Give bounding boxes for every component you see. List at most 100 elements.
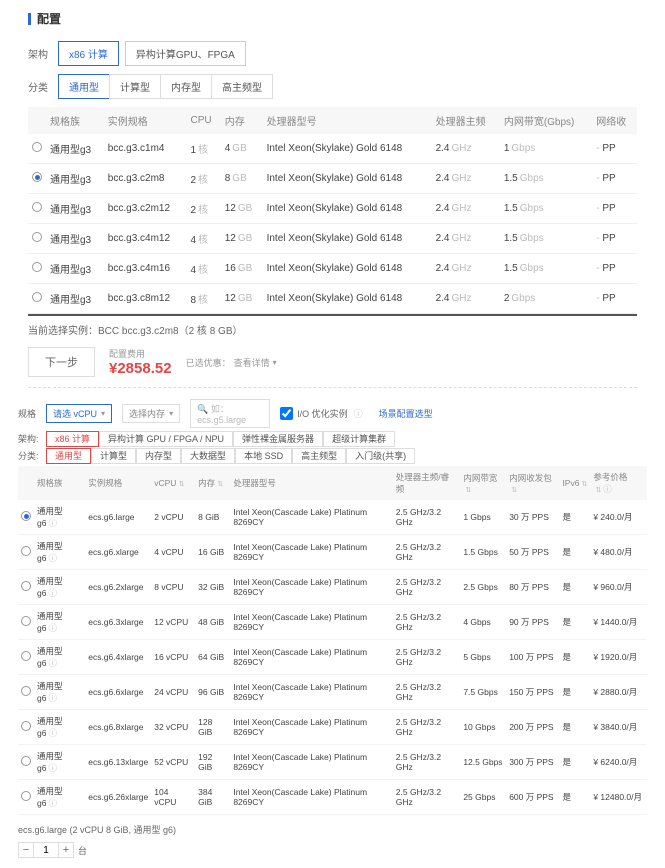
sort-icon[interactable]: ⇅ xyxy=(465,487,471,494)
sort-icon[interactable]: ⇅ xyxy=(595,487,601,494)
row-radio[interactable] xyxy=(21,686,31,696)
category-tab-1[interactable]: 计算型 xyxy=(109,74,161,99)
col-header: 内网带宽(Gbps) xyxy=(500,107,592,134)
row-radio[interactable] xyxy=(21,616,31,626)
category-tab-3[interactable]: 高主频型 xyxy=(211,74,273,99)
row-radio[interactable] xyxy=(21,791,31,801)
search-icon: 🔍 xyxy=(197,404,208,414)
chevron-down-icon: ▾ xyxy=(273,358,277,367)
cat2-chip-3[interactable]: 大数据型 xyxy=(181,448,235,464)
help-icon[interactable]: ⓘ xyxy=(48,693,57,703)
table-row[interactable]: 通用型 g6ⓘecs.g6.13xlarge52 vCPU192 GiBInte… xyxy=(18,745,647,780)
row-radio[interactable] xyxy=(21,756,31,766)
arch2-chip-0[interactable]: x86 计算 xyxy=(46,431,99,447)
sort-icon[interactable]: ⇅ xyxy=(178,481,184,488)
table-row[interactable]: 通用型 g6ⓘecs.g6.2xlarge8 vCPU32 GiBIntel X… xyxy=(18,570,647,605)
qty-plus-button[interactable]: + xyxy=(58,842,74,858)
mem-dropdown[interactable]: 选择内存▾ xyxy=(122,404,180,423)
mem-cell: 12GB xyxy=(221,224,263,254)
table-row[interactable]: 通用型 g6ⓘecs.g6.xlarge4 vCPU16 GiBIntel Xe… xyxy=(18,535,647,570)
family-cell: 通用型g3 xyxy=(46,194,104,224)
row-radio[interactable] xyxy=(21,546,31,556)
cat2-chip-1[interactable]: 计算型 xyxy=(91,448,136,464)
row-radio[interactable] xyxy=(32,262,42,272)
help-icon[interactable]: ⓘ xyxy=(48,553,57,563)
row-radio[interactable] xyxy=(32,232,42,242)
table-row[interactable]: 通用型 g6ⓘecs.g6.6xlarge24 vCPU96 GiBIntel … xyxy=(18,675,647,710)
help-icon[interactable]: ⓘ xyxy=(603,484,612,494)
cat2-chip-5[interactable]: 高主频型 xyxy=(292,448,346,464)
table-row[interactable]: 通用型g3bcc.g3.c2m122核12GBIntel Xeon(Skylak… xyxy=(28,194,637,224)
qty-minus-button[interactable]: − xyxy=(18,842,34,858)
table-row[interactable]: 通用型g3bcc.g3.c4m124核12GBIntel Xeon(Skylak… xyxy=(28,224,637,254)
table-row[interactable]: 通用型 g6ⓘecs.g6.4xlarge16 vCPU64 GiBIntel … xyxy=(18,640,647,675)
arch2-chip-1[interactable]: 异构计算 GPU / FPGA / NPU xyxy=(99,431,233,447)
help-icon[interactable]: ⓘ xyxy=(48,588,57,598)
row-radio[interactable] xyxy=(32,142,42,152)
cat2-chip-4[interactable]: 本地 SSD xyxy=(235,448,292,464)
search-input[interactable]: 🔍 如：ecs.g5.large xyxy=(190,399,270,428)
arch-tab-0[interactable]: x86 计算 xyxy=(58,41,119,66)
family-cell: 通用型g3 xyxy=(46,134,104,164)
discount-detail-link[interactable]: 查看详情 xyxy=(234,356,270,369)
category-tab-0[interactable]: 通用型 xyxy=(58,74,110,99)
sort-icon[interactable]: ⇅ xyxy=(217,481,223,488)
col2-header[interactable]: 处理器主频/睿频 xyxy=(393,466,461,500)
col2-header: 规格族 xyxy=(34,466,85,500)
col2-header[interactable]: 内网带宽⇅ xyxy=(460,466,506,500)
row-radio[interactable] xyxy=(32,172,42,182)
cat2-chip-2[interactable]: 内存型 xyxy=(136,448,181,464)
table-row[interactable]: 通用型g3bcc.g3.c4m164核16GBIntel Xeon(Skylak… xyxy=(28,254,637,284)
row-radio[interactable] xyxy=(32,292,42,302)
row-radio[interactable] xyxy=(21,581,31,591)
col2-header[interactable]: 内存⇅ xyxy=(195,466,230,500)
table-row[interactable]: 通用型 g6ⓘecs.g6.8xlarge32 vCPU128 GiBIntel… xyxy=(18,710,647,745)
price-cell: ¥ 1440.0/月 xyxy=(590,605,647,640)
sort-icon[interactable]: ⇅ xyxy=(581,481,587,488)
row-radio[interactable] xyxy=(21,511,31,521)
sort-icon[interactable]: ⇅ xyxy=(511,487,517,494)
help-icon[interactable]: ⓘ xyxy=(354,407,363,420)
help-icon[interactable]: ⓘ xyxy=(48,798,57,808)
table-row[interactable]: 通用型g3bcc.g3.c2m82核8GBIntel Xeon(Skylake)… xyxy=(28,164,637,194)
proc-cell: Intel Xeon(Skylake) Gold 6148 xyxy=(263,284,432,314)
cat2-chip-0[interactable]: 通用型 xyxy=(46,448,91,464)
arch2-chip-2[interactable]: 弹性裸金属服务器 xyxy=(233,431,323,447)
table-row[interactable]: 通用型 g6ⓘecs.g6.3xlarge12 vCPU48 GiBIntel … xyxy=(18,605,647,640)
freq-cell: 2.4GHz xyxy=(432,164,500,194)
table-row[interactable]: 通用型g3bcc.g3.c8m128核12GBIntel Xeon(Skylak… xyxy=(28,284,637,314)
help-icon[interactable]: ⓘ xyxy=(48,623,57,633)
help-icon[interactable]: ⓘ xyxy=(48,728,57,738)
table-row[interactable]: 通用型g3bcc.g3.c1m41核4GBIntel Xeon(Skylake)… xyxy=(28,134,637,164)
qty-input[interactable] xyxy=(34,842,58,858)
col2-header[interactable]: 实例规格 xyxy=(85,466,151,500)
next-button[interactable]: 下一步 xyxy=(28,347,95,377)
cat2-chip-6[interactable]: 入门级(共享) xyxy=(346,448,415,464)
arch-tab-1[interactable]: 异构计算GPU、FPGA xyxy=(125,41,246,66)
category-tab-2[interactable]: 内存型 xyxy=(160,74,212,99)
row-radio[interactable] xyxy=(21,721,31,731)
arch2-chip-3[interactable]: 超级计算集群 xyxy=(323,431,395,447)
row-radio[interactable] xyxy=(21,651,31,661)
table-row[interactable]: 通用型 g6ⓘecs.g6.26xlarge104 vCPU384 GiBInt… xyxy=(18,780,647,815)
freq-cell: 2.5 GHz/3.2 GHz xyxy=(393,745,461,780)
col2-header[interactable]: 内网收发包⇅ xyxy=(506,466,559,500)
ipv6-cell: 是 xyxy=(559,640,590,675)
proc-cell: Intel Xeon(Skylake) Gold 6148 xyxy=(263,224,432,254)
io-optimized-checkbox[interactable]: I/O 优化实例ⓘ xyxy=(280,407,363,420)
col2-header[interactable]: 参考价格⇅ⓘ xyxy=(590,466,647,500)
help-icon[interactable]: ⓘ xyxy=(48,518,57,528)
freq-cell: 2.4GHz xyxy=(432,284,500,314)
vcpu-dropdown[interactable]: 请选 vCPU▾ xyxy=(46,404,112,423)
help-icon[interactable]: ⓘ xyxy=(48,763,57,773)
scene-config-link[interactable]: 场景配置选型 xyxy=(379,407,433,420)
table-row[interactable]: 通用型 g6ⓘecs.g6.large2 vCPU8 GiBIntel Xeon… xyxy=(18,500,647,535)
bw-cell: 1.5Gbps xyxy=(500,164,592,194)
spec-cell: bcc.g3.c1m4 xyxy=(104,134,187,164)
help-icon[interactable]: ⓘ xyxy=(48,658,57,668)
quantity-stepper[interactable]: − + 台 xyxy=(18,842,647,858)
row-radio[interactable] xyxy=(32,202,42,212)
col2-header[interactable]: IPv6⇅ xyxy=(559,466,590,500)
freq-cell: 2.4GHz xyxy=(432,254,500,284)
col2-header[interactable]: vCPU⇅ xyxy=(151,466,195,500)
